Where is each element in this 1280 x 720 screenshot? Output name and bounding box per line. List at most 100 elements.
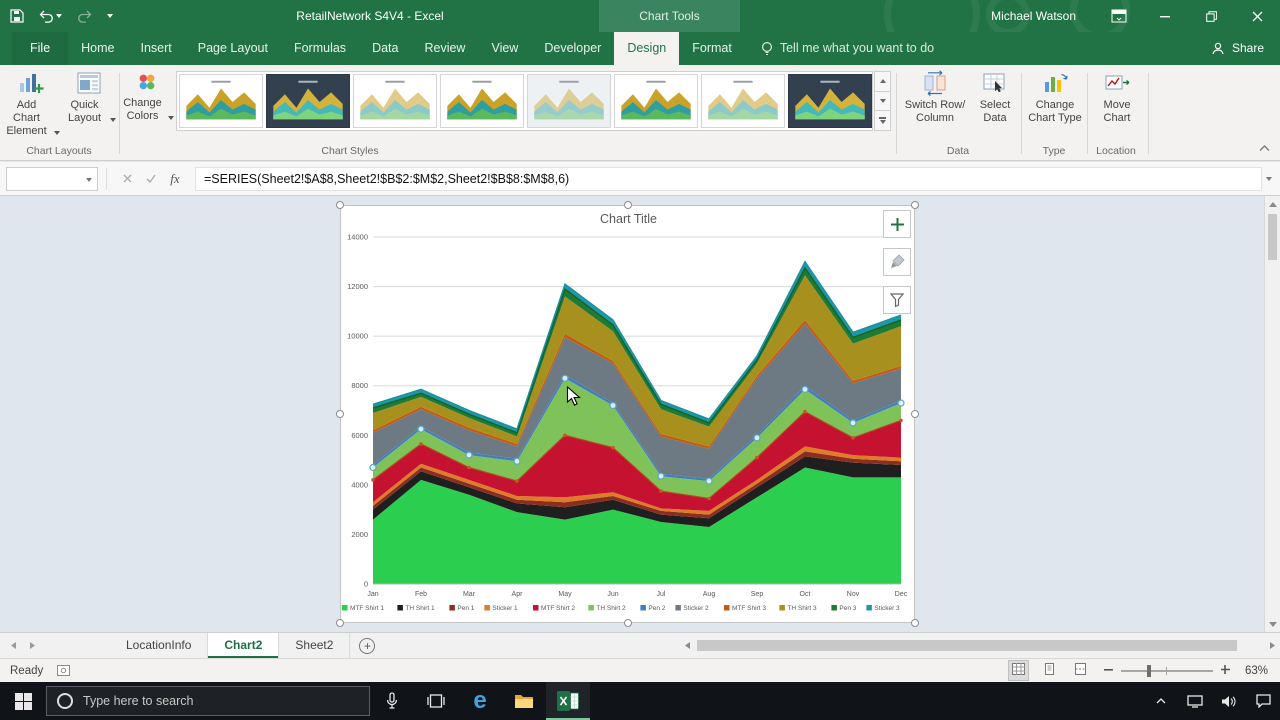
customize-quick-access-icon[interactable] <box>107 14 113 18</box>
zoom-percent-label[interactable]: 63% <box>1238 665 1268 677</box>
move-chart-button[interactable]: Move Chart <box>1090 70 1144 125</box>
page-break-view-button[interactable] <box>1071 661 1090 680</box>
switch-row-column-button[interactable]: Switch Row/ Column <box>902 70 968 125</box>
chart-styles-button[interactable] <box>883 248 911 276</box>
horizontal-scrollbar[interactable] <box>680 633 1280 658</box>
vertical-scroll-thumb[interactable] <box>1268 214 1277 260</box>
sheet-tab-chart2[interactable]: Chart2 <box>208 633 279 658</box>
macro-record-icon[interactable] <box>57 665 70 676</box>
ribbon-tab-data[interactable]: Data <box>359 32 411 65</box>
formula-input[interactable]: =SERIES(Sheet2!$A$8,Sheet2!$B$2:$M$2,She… <box>195 167 1262 191</box>
chart-object[interactable]: 02000400060008000100001200014000JanFebMa… <box>340 205 915 623</box>
undo-dropdown-caret[interactable] <box>56 14 62 18</box>
excel-taskbar-icon[interactable] <box>546 682 590 720</box>
sheet-tab-locationinfo[interactable]: LocationInfo <box>110 633 208 658</box>
sheet-nav-next-icon[interactable] <box>29 639 36 653</box>
chart-resize-handle[interactable] <box>624 619 632 627</box>
ribbon-tab-insert[interactable]: Insert <box>128 32 185 65</box>
collapse-ribbon-icon[interactable] <box>1259 141 1270 155</box>
edge-icon[interactable]: e <box>458 682 502 720</box>
chart-style-thumbnail-7[interactable] <box>701 74 785 128</box>
add-chart-element-button[interactable]: Add Chart Element <box>2 70 60 138</box>
volume-icon[interactable] <box>1212 682 1246 720</box>
ribbon-display-options-icon[interactable] <box>1096 0 1142 32</box>
quick-layout-button[interactable]: Quick Layout <box>62 70 116 125</box>
enter-entry-icon[interactable] <box>139 171 163 186</box>
share-button[interactable]: Share <box>1211 32 1264 65</box>
chart-resize-handle[interactable] <box>911 410 919 418</box>
task-view-icon[interactable] <box>414 682 458 720</box>
svg-text:Jan: Jan <box>367 591 378 598</box>
save-icon[interactable] <box>10 9 24 23</box>
ribbon-tab-format[interactable]: Format <box>679 32 745 65</box>
chart-style-thumbnail-3[interactable] <box>353 74 437 128</box>
chart-style-thumbnail-2[interactable] <box>266 74 350 128</box>
chart-style-thumbnail-8[interactable] <box>788 74 872 128</box>
chart-elements-button[interactable] <box>883 210 911 238</box>
chart-resize-handle[interactable] <box>336 201 344 209</box>
sheet-nav-prev-icon[interactable] <box>10 639 17 653</box>
start-button[interactable] <box>0 682 46 720</box>
change-colors-button[interactable]: Change Colors <box>120 70 174 123</box>
vertical-scrollbar[interactable] <box>1264 196 1280 632</box>
formula-bar-expand-caret[interactable] <box>1266 177 1272 181</box>
dictation-mic-icon[interactable] <box>370 682 414 720</box>
name-box[interactable] <box>6 167 98 191</box>
account-name[interactable]: Michael Watson <box>991 9 1076 23</box>
group-label-chart-layouts: Chart Layouts <box>0 145 118 157</box>
ribbon-tab-home[interactable]: Home <box>68 32 127 65</box>
chart-style-thumbnail-4[interactable] <box>440 74 524 128</box>
zoom-in-icon[interactable] <box>1221 665 1230 677</box>
scroll-up-icon[interactable] <box>1265 196 1280 212</box>
ribbon-tab-file[interactable]: File <box>12 32 68 65</box>
gallery-more-icon[interactable] <box>874 111 891 131</box>
chart-style-thumbnail-1[interactable] <box>179 74 263 128</box>
name-box-caret[interactable] <box>86 178 92 182</box>
scroll-down-icon[interactable] <box>1265 616 1280 632</box>
gallery-scroll-down-icon[interactable] <box>874 92 891 112</box>
chart-resize-handle[interactable] <box>624 201 632 209</box>
gallery-scroll-up-icon[interactable] <box>874 71 891 92</box>
taskbar-search-box[interactable]: Type here to search <box>46 686 370 716</box>
normal-view-button[interactable] <box>1009 661 1028 680</box>
chart-resize-handle[interactable] <box>336 619 344 627</box>
action-center-icon[interactable] <box>1246 682 1280 720</box>
cancel-entry-icon[interactable] <box>115 171 139 186</box>
zoom-slider-thumb[interactable] <box>1147 665 1151 677</box>
redo-icon[interactable] <box>77 10 92 23</box>
new-sheet-button[interactable]: + <box>350 633 384 658</box>
chart-style-thumbnail-6[interactable] <box>614 74 698 128</box>
ribbon-tab-developer[interactable]: Developer <box>531 32 614 65</box>
page-layout-view-button[interactable] <box>1040 661 1059 680</box>
minimize-button[interactable] <box>1142 0 1188 32</box>
undo-icon[interactable] <box>39 10 62 23</box>
sheet-tab-sheet2[interactable]: Sheet2 <box>279 633 350 658</box>
file-explorer-icon[interactable] <box>502 682 546 720</box>
close-button[interactable] <box>1234 0 1280 32</box>
stacked-area-chart[interactable]: 02000400060008000100001200014000JanFebMa… <box>341 206 916 624</box>
tell-me-label: Tell me what you want to do <box>780 32 934 65</box>
show-hidden-icons-chevron[interactable] <box>1144 682 1178 720</box>
horizontal-scroll-thumb[interactable] <box>697 640 1237 651</box>
ribbon-tab-design[interactable]: Design <box>614 32 679 65</box>
insert-function-icon[interactable]: fx <box>163 171 187 187</box>
display-icon[interactable] <box>1178 682 1212 720</box>
tell-me-box[interactable]: Tell me what you want to do <box>761 32 934 65</box>
ribbon-tab-formulas[interactable]: Formulas <box>281 32 359 65</box>
chart-resize-handle[interactable] <box>911 619 919 627</box>
chart-style-thumbnail-5[interactable] <box>527 74 611 128</box>
zoom-slider[interactable] <box>1121 670 1213 672</box>
ribbon-tab-review[interactable]: Review <box>411 32 478 65</box>
chart-filters-button[interactable] <box>883 286 911 314</box>
svg-text:MTF Shirt 3: MTF Shirt 3 <box>732 605 766 612</box>
chart-resize-handle[interactable] <box>336 410 344 418</box>
scroll-right-icon[interactable] <box>1269 639 1276 653</box>
change-chart-type-button[interactable]: Change Chart Type <box>1024 70 1086 125</box>
zoom-out-icon[interactable] <box>1104 665 1113 677</box>
restore-button[interactable] <box>1188 0 1234 32</box>
scroll-left-icon[interactable] <box>684 639 691 653</box>
ribbon-tab-page-layout[interactable]: Page Layout <box>185 32 281 65</box>
chart-resize-handle[interactable] <box>911 201 919 209</box>
select-data-button[interactable]: Select Data <box>970 70 1020 125</box>
ribbon-tab-view[interactable]: View <box>478 32 531 65</box>
